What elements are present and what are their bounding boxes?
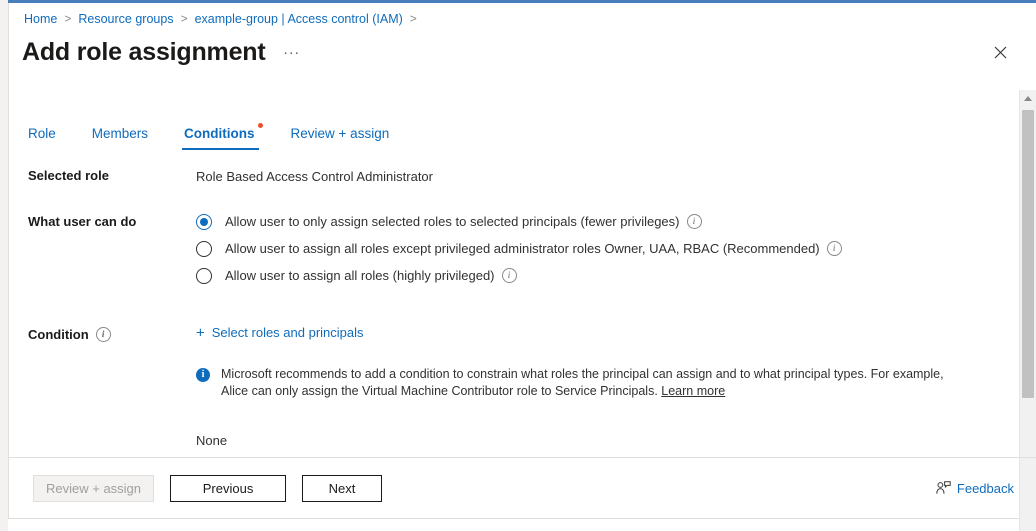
radio-circle-icon (196, 267, 212, 284)
selected-role-row: Selected role Role Based Access Control … (0, 168, 1010, 208)
radio-option-all-except-privileged-label: Allow user to assign all roles except pr… (225, 241, 820, 256)
selected-role-value: Role Based Access Control Administrator (196, 169, 433, 184)
info-icon[interactable]: i (826, 241, 842, 256)
selected-role-label: Selected role (28, 168, 109, 183)
tab-bar: Role Members Conditions Review + assign (28, 120, 425, 150)
form-area: Selected role Role Based Access Control … (0, 168, 1010, 448)
select-roles-and-principals-label: Select roles and principals (211, 325, 364, 340)
condition-label-wrap: Condition i (0, 325, 196, 343)
person-feedback-icon (936, 481, 951, 495)
chevron-up-icon (1024, 96, 1032, 101)
plus-icon: + (196, 324, 205, 341)
feedback-label: Feedback (956, 480, 1014, 496)
condition-label: Condition (28, 326, 89, 342)
tab-members-label: Members (91, 126, 149, 141)
blade-top-accent-bar (8, 0, 1036, 3)
close-button[interactable] (986, 38, 1014, 66)
bottom-edge-divider (8, 518, 1019, 531)
previous-button[interactable]: Previous (170, 474, 287, 502)
tab-conditions-label: Conditions (184, 126, 255, 141)
breadcrumb-separator-icon: > (180, 11, 188, 26)
condition-value: None (196, 433, 228, 448)
info-filled-icon: i (196, 368, 210, 382)
radio-circle-icon (196, 240, 212, 257)
info-icon[interactable]: i (686, 214, 702, 229)
tab-role-label: Role (28, 126, 56, 141)
what-user-can-do-label: What user can do (28, 214, 137, 229)
breadcrumb-separator-icon: > (409, 11, 417, 26)
recommendation-banner: i Microsoft recommends to add a conditio… (196, 366, 948, 400)
page-title: Add role assignment (22, 38, 266, 66)
tab-conditions-badge-dot (257, 123, 263, 128)
tab-review-assign-label: Review + assign (290, 126, 390, 141)
what-user-can-do-radio-group: Allow user to only assign selected roles… (196, 208, 1010, 289)
radio-option-selected-roles[interactable]: Allow user to only assign selected roles… (196, 208, 1010, 235)
tab-review-assign[interactable]: Review + assign (291, 126, 390, 150)
close-icon (994, 46, 1006, 58)
more-options-button[interactable]: ... (283, 41, 300, 58)
breadcrumb-separator-icon: > (64, 11, 72, 26)
info-icon[interactable]: i (95, 326, 111, 342)
tab-members[interactable]: Members (92, 126, 148, 150)
breadcrumb-item-home[interactable]: Home (24, 11, 57, 27)
learn-more-link[interactable]: Learn more (661, 384, 725, 398)
footer-bar: Review + assign Previous Next Feedback (8, 457, 1036, 518)
breadcrumb: Home > Resource groups > example-group |… (24, 11, 424, 27)
select-roles-and-principals-link[interactable]: + Select roles and principals (196, 325, 364, 341)
review-assign-button[interactable]: Review + assign (33, 474, 155, 502)
radio-option-all-except-privileged[interactable]: Allow user to assign all roles except pr… (196, 235, 1010, 262)
condition-row: Condition i + Select roles and principal… (0, 325, 1010, 448)
radio-option-all-roles[interactable]: Allow user to assign all roles (highly p… (196, 262, 1010, 289)
recommendation-banner-text: Microsoft recommends to add a condition … (221, 367, 944, 398)
breadcrumb-item-example-group[interactable]: example-group | Access control (IAM) (195, 11, 403, 27)
breadcrumb-item-resource-groups[interactable]: Resource groups (78, 11, 173, 27)
tab-conditions[interactable]: Conditions (182, 123, 263, 150)
radio-option-selected-roles-label: Allow user to only assign selected roles… (225, 214, 680, 229)
title-row: Add role assignment ... (22, 36, 300, 68)
feedback-link[interactable]: Feedback (936, 481, 1014, 496)
info-icon[interactable]: i (501, 268, 517, 283)
tab-role[interactable]: Role (28, 126, 56, 150)
what-user-can-do-row: What user can do Allow user to only assi… (0, 208, 1010, 289)
radio-option-all-roles-label: Allow user to assign all roles (highly p… (225, 268, 495, 283)
scrollbar-thumb[interactable] (1022, 110, 1034, 398)
scrollbar-up-button[interactable] (1020, 90, 1036, 107)
radio-circle-icon (196, 213, 212, 230)
next-button[interactable]: Next (302, 474, 383, 502)
